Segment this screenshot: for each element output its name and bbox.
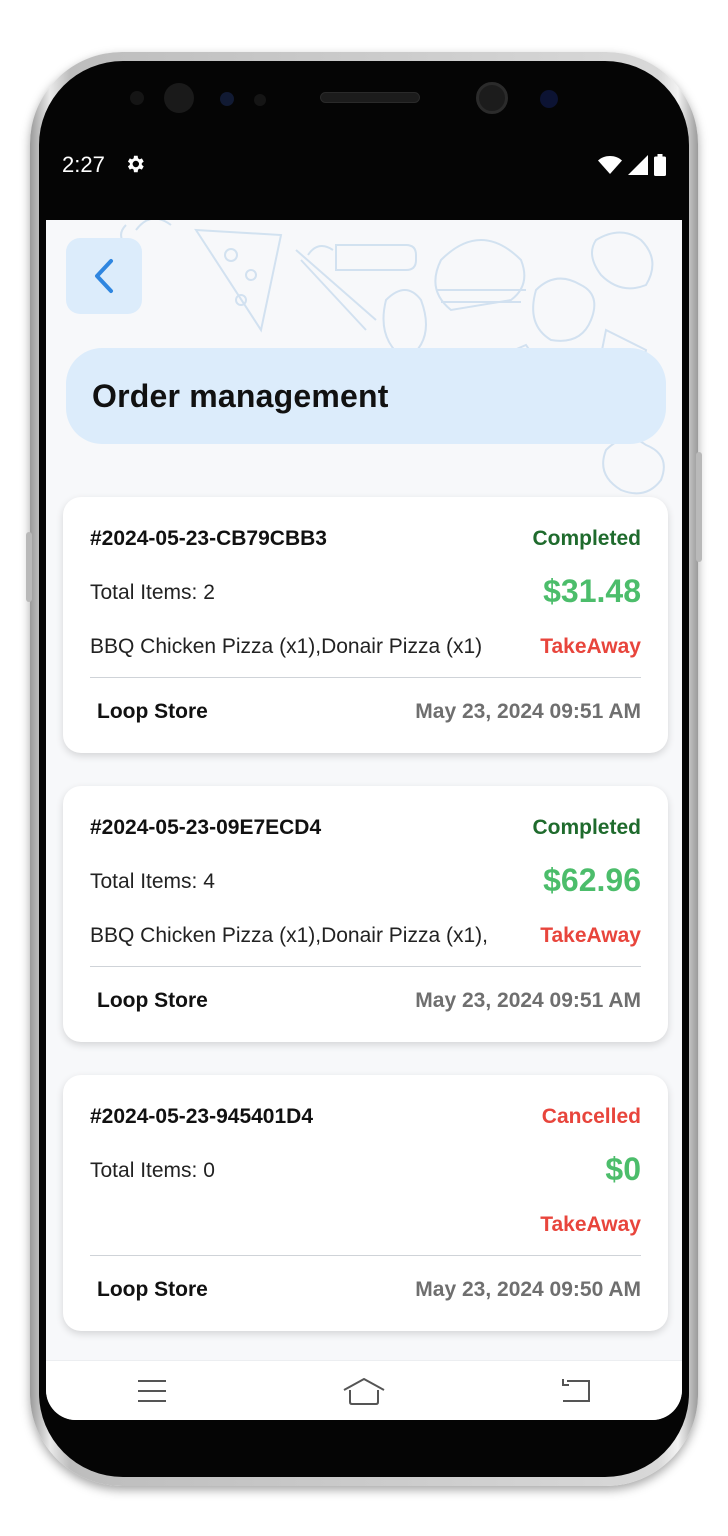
order-date: May 23, 2024 09:51 AM [415, 989, 641, 1012]
order-description: BBQ Chicken Pizza (x1),Donair Pizza (x1)… [90, 924, 488, 947]
order-card[interactable]: #2024-05-23-CB79CBB3 Completed Total Ite… [63, 497, 668, 753]
status-bar: 2:27 [46, 140, 682, 190]
order-date: May 23, 2024 09:50 AM [415, 1278, 641, 1301]
volume-button [26, 532, 32, 602]
order-amount: $31.48 [543, 573, 641, 609]
battery-icon [654, 154, 666, 181]
camera-sensor [540, 90, 558, 108]
order-type: TakeAway [540, 1213, 641, 1236]
order-status: Completed [532, 816, 641, 839]
order-date: May 23, 2024 09:51 AM [415, 700, 641, 723]
store-name: Loop Store [97, 989, 208, 1012]
order-type: TakeAway [540, 635, 641, 658]
order-id: #2024-05-23-CB79CBB3 [90, 527, 327, 550]
power-button [696, 452, 702, 562]
menu-icon [138, 1379, 166, 1402]
chevron-left-icon [95, 259, 113, 293]
home-icon [343, 1377, 385, 1405]
signal-icon [628, 155, 648, 180]
back-button[interactable] [66, 238, 142, 314]
back-icon [562, 1378, 590, 1402]
sensor-dot [130, 91, 144, 105]
proximity-sensor [164, 83, 194, 113]
total-items: Total Items: 2 [90, 581, 215, 604]
card-divider [90, 677, 641, 678]
total-items: Total Items: 4 [90, 870, 215, 893]
order-amount: $0 [605, 1151, 641, 1187]
system-back-button[interactable] [536, 1366, 616, 1416]
gear-icon [124, 153, 146, 175]
earpiece-speaker [320, 92, 420, 103]
order-type: TakeAway [540, 924, 641, 947]
status-time: 2:27 [62, 152, 105, 177]
order-status: Completed [532, 527, 641, 550]
order-id: #2024-05-23-09E7ECD4 [90, 816, 322, 839]
total-items: Total Items: 0 [90, 1159, 215, 1182]
sensor-dot [254, 94, 266, 106]
store-name: Loop Store [97, 1278, 208, 1301]
home-button[interactable] [324, 1366, 404, 1416]
recent-apps-button[interactable] [112, 1366, 192, 1416]
order-id: #2024-05-23-945401D4 [90, 1105, 314, 1128]
card-divider [90, 966, 641, 967]
sensor-dot [220, 92, 234, 106]
card-divider [90, 1255, 641, 1256]
wifi-icon [598, 155, 622, 180]
app-screen: Order management #2024-05-23-CB79CBB3 Co… [46, 220, 682, 1420]
order-status: Cancelled [541, 1105, 641, 1128]
page-header: Order management [66, 348, 666, 444]
system-nav-bar [46, 1360, 682, 1420]
order-description: BBQ Chicken Pizza (x1),Donair Pizza (x1) [90, 635, 483, 658]
front-camera [476, 82, 508, 114]
order-amount: $62.96 [543, 862, 641, 898]
store-name: Loop Store [97, 700, 208, 723]
order-card[interactable]: #2024-05-23-945401D4 Cancelled Total Ite… [63, 1075, 668, 1331]
page-title: Order management [92, 377, 389, 414]
order-card[interactable]: #2024-05-23-09E7ECD4 Completed Total Ite… [63, 786, 668, 1042]
